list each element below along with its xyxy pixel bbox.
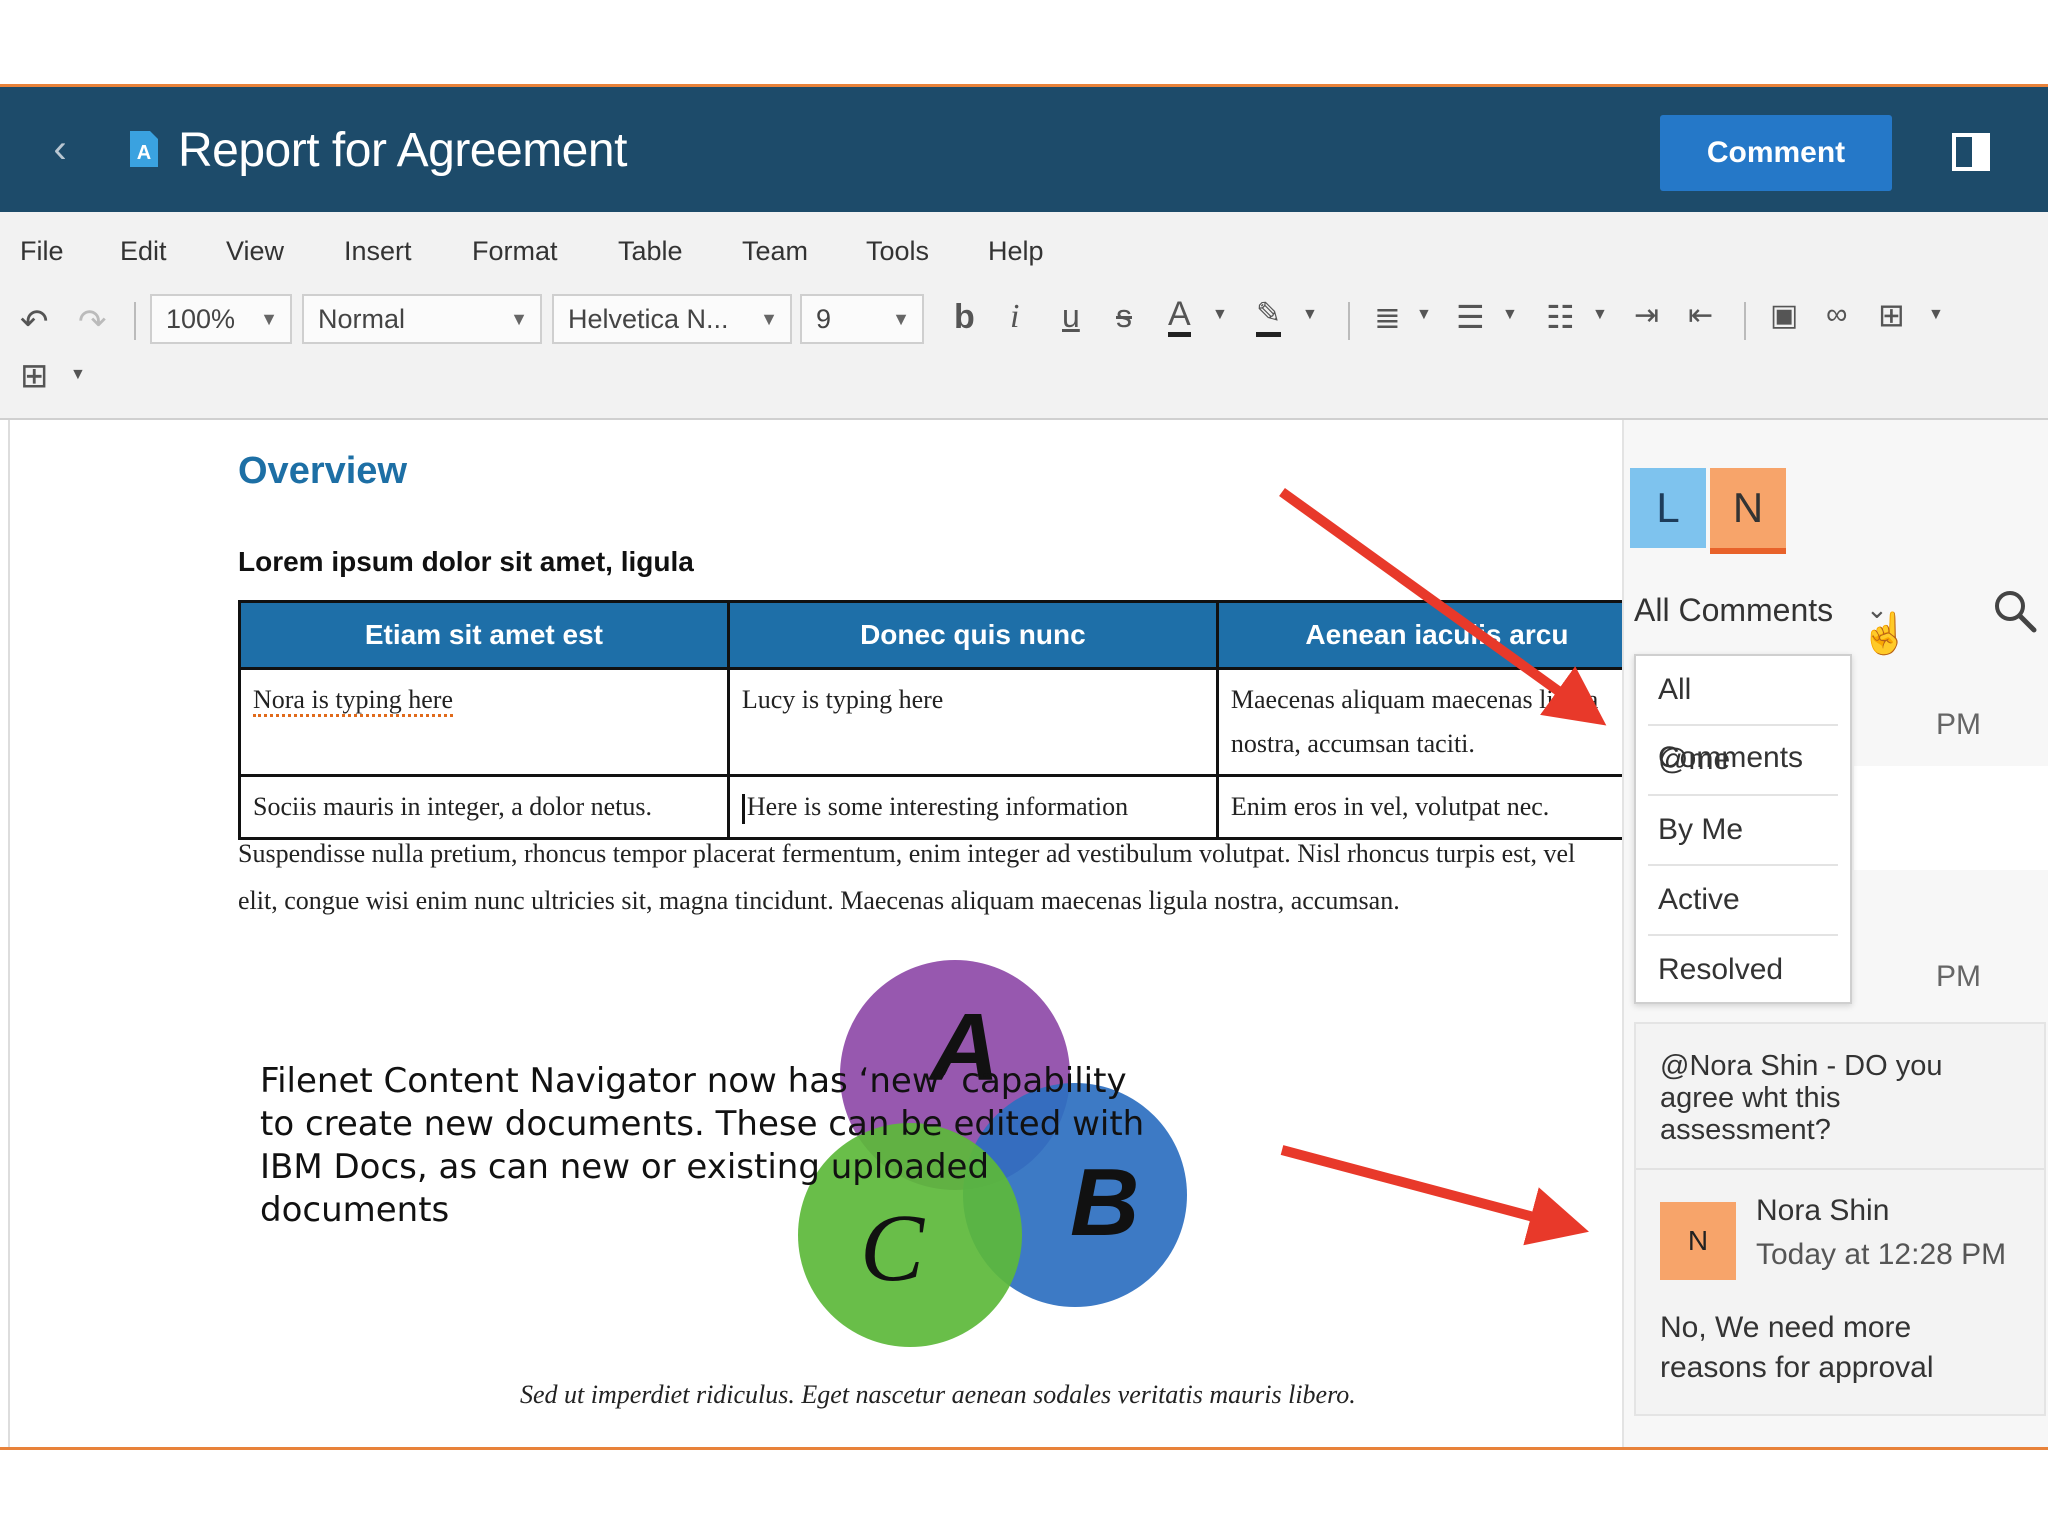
caret-down-icon[interactable]: ▼ [1302, 306, 1318, 324]
comment-button[interactable]: Comment [1660, 115, 1892, 191]
table-cell[interactable]: Maecenas aliquam maecenas ligula nostra,… [1215, 667, 1624, 777]
table-cell[interactable]: Lucy is typing here [726, 667, 1219, 777]
comment-filter-dropdown[interactable]: All Comments [1634, 592, 1833, 629]
cell-text: Here is some interesting information [746, 792, 1129, 821]
caret-down-icon[interactable]: ▼ [1502, 306, 1518, 324]
caret-down-icon[interactable]: ▼ [1928, 306, 1944, 324]
comment-text: @Nora Shin - DO you agree wht this asses… [1660, 1050, 1943, 1146]
caret-down-icon: ▼ [892, 309, 910, 329]
bullet-list-icon[interactable]: ☰ [1456, 298, 1485, 336]
caret-down-icon[interactable]: ▼ [1212, 306, 1228, 324]
insert-link-icon[interactable]: ∞ [1826, 298, 1847, 332]
table-header[interactable]: Aenean iaculis arcu [1215, 600, 1624, 670]
caret-down-icon: ▼ [760, 309, 778, 329]
avatar[interactable]: N [1710, 468, 1786, 554]
menu-team[interactable]: Team [742, 236, 808, 267]
comment-filter-menu: All Comments @me By Me Active Resolved [1634, 654, 1852, 1004]
toolbar-divider [1744, 302, 1746, 340]
timestamp-fragment: PM [1936, 960, 1981, 993]
bold-button[interactable]: b [954, 298, 975, 337]
table-cell[interactable]: Nora is typing here [238, 667, 730, 777]
table-row: Nora is typing here Lucy is typing here … [238, 667, 1624, 777]
insert-table-icon[interactable]: ⊞ [1878, 296, 1905, 334]
caret-down-icon[interactable]: ▼ [1592, 306, 1608, 324]
menu-table[interactable]: Table [618, 236, 683, 267]
formatting-toolbar: ↶ ↷ 100% ▼ Normal ▼ Helvetica N... ▼ 9 ▼ b i… [0, 294, 2048, 420]
font-color-button[interactable]: A [1168, 296, 1191, 337]
figure-caption: Sed ut imperdiet ridiculus. Eget nascetu… [520, 1380, 1356, 1409]
undo-icon[interactable]: ↶ [20, 302, 49, 342]
filter-option-all[interactable]: All Comments [1648, 656, 1838, 774]
table-header[interactable]: Donec quis nunc [726, 600, 1219, 670]
strikethrough-button[interactable]: s [1116, 298, 1132, 335]
filter-option-by-me[interactable]: By Me [1648, 796, 1838, 866]
caret-down-icon: ▼ [260, 309, 278, 329]
align-icon[interactable]: ≣ [1374, 298, 1401, 336]
filter-option-active[interactable]: Active [1648, 866, 1838, 936]
menu-view[interactable]: View [226, 236, 284, 267]
data-table[interactable]: Etiam sit amet est Donec quis nunc Aenea… [238, 600, 1624, 840]
underline-button[interactable]: u [1062, 298, 1080, 335]
search-icon[interactable] [1990, 586, 2038, 634]
menu-insert[interactable]: Insert [344, 236, 412, 267]
insert-image-icon[interactable]: ▣ [1770, 298, 1798, 333]
zoom-select[interactable]: 100% ▼ [150, 294, 292, 344]
hand-cursor-icon: ☝ [1860, 612, 1910, 656]
comments-sidebar: L N All Comments ⌄ PM PM All Comments @m… [1622, 420, 2048, 1448]
highlight-color-icon[interactable]: ✎ [1256, 296, 1282, 337]
italic-button[interactable]: i [1010, 298, 1019, 336]
back-chevron-icon[interactable]: ‹ [40, 129, 80, 169]
font-size-select[interactable]: 9 ▼ [800, 294, 924, 344]
divider [1636, 1168, 2044, 1170]
redo-icon[interactable]: ↷ [78, 302, 107, 342]
font-family-select[interactable]: Helvetica N... ▼ [552, 294, 792, 344]
document-canvas[interactable]: Overview Lorem ipsum dolor sit amet, lig… [8, 420, 1624, 1448]
toolbar-divider [134, 302, 136, 340]
numbered-list-icon[interactable]: ☷ [1546, 298, 1575, 336]
app-header: ‹ A Report for Agreement Comment [0, 84, 2048, 212]
text-cursor [741, 794, 745, 825]
comment-thread[interactable]: @Nora Shin - DO you agree wht this asses… [1634, 1022, 2046, 1416]
menu-tools[interactable]: Tools [866, 236, 929, 267]
bottom-accent-line [0, 1447, 2048, 1450]
font-value: Helvetica N... [568, 304, 729, 334]
avatar[interactable]: L [1630, 468, 1706, 548]
menu-help[interactable]: Help [988, 236, 1044, 267]
reply-text: No, We need more reasons for approval [1660, 1311, 1934, 1384]
table-properties-icon[interactable]: ⊞ [20, 356, 49, 396]
menu-file[interactable]: File [20, 236, 64, 267]
caret-down-icon[interactable]: ▼ [70, 366, 86, 384]
indent-icon[interactable]: ⇥ [1634, 298, 1659, 333]
caret-down-icon: ▼ [510, 309, 528, 329]
highlighted-comment [1854, 766, 2048, 870]
size-value: 9 [816, 304, 832, 334]
collaborator-typing-text: Nora is typing here [253, 685, 454, 717]
menu-format[interactable]: Format [472, 236, 558, 267]
outdent-icon[interactable]: ⇤ [1688, 298, 1713, 333]
filter-option-resolved[interactable]: Resolved [1648, 936, 1838, 1004]
paragraph-style-select[interactable]: Normal ▼ [302, 294, 542, 344]
zoom-value: 100% [166, 304, 236, 334]
document-icon: A [130, 131, 158, 167]
sidebar-toggle-icon[interactable] [1952, 133, 1990, 171]
comment-author: Nora Shin [1756, 1194, 1890, 1227]
comment-timestamp: Today at 12:28 PM [1756, 1238, 2007, 1271]
document-title: Report for Agreement [178, 124, 627, 177]
caret-down-icon[interactable]: ▼ [1416, 306, 1432, 324]
body-paragraph: Suspendisse nulla pretium, rhoncus tempo… [238, 830, 1624, 924]
annotation-note: Filenet Content Navigator now has ‘new’ … [260, 1061, 1145, 1230]
style-value: Normal [318, 304, 406, 334]
avatar: N [1660, 1202, 1736, 1280]
svg-text:A: A [137, 142, 151, 164]
paragraph-line: elit, congue wisi enim nunc ultricies si… [238, 886, 1400, 915]
timestamp-fragment: PM [1936, 708, 1981, 741]
table-header[interactable]: Etiam sit amet est [238, 600, 730, 670]
menu-bar: File Edit View Insert Format Table Team … [0, 212, 2048, 294]
paragraph-line: Suspendisse nulla pretium, rhoncus tempo… [238, 839, 1576, 868]
toolbar-divider [1348, 302, 1350, 340]
menu-edit[interactable]: Edit [120, 236, 167, 267]
